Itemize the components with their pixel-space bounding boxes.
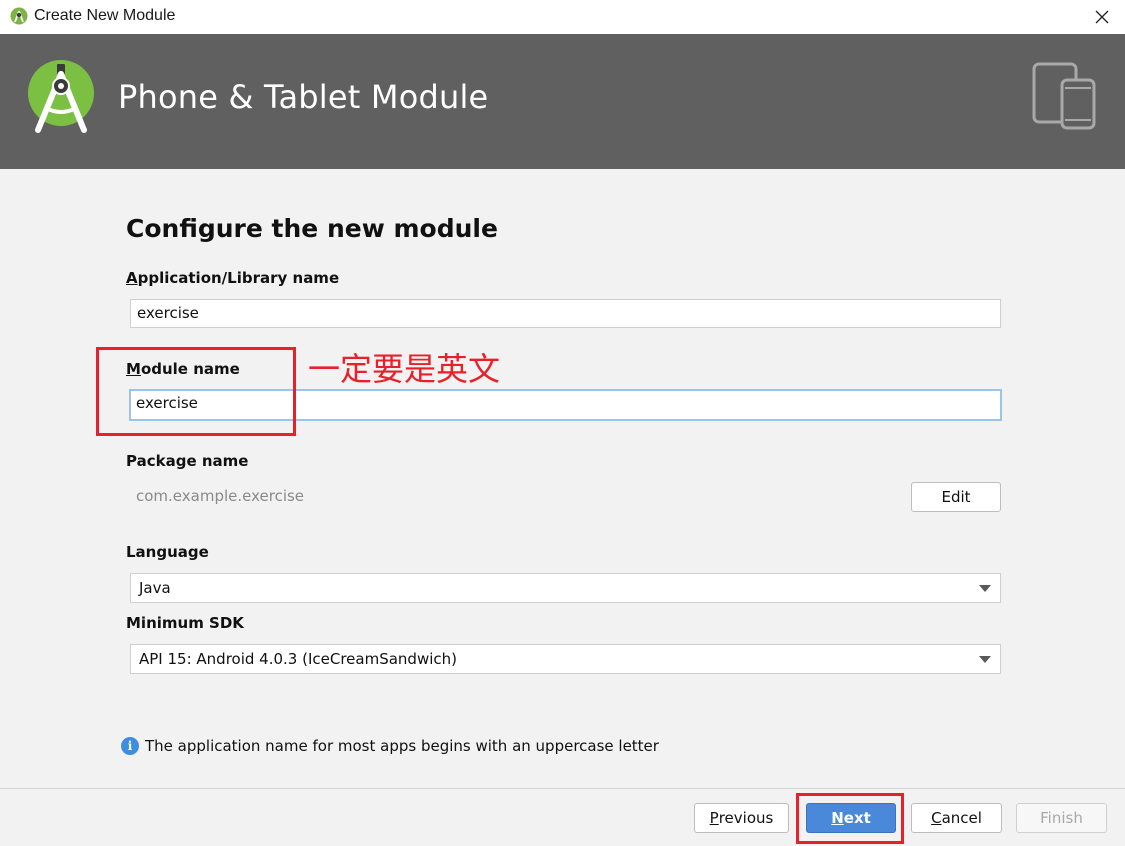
- previous-label: revious: [718, 809, 774, 827]
- language-select[interactable]: Java: [130, 573, 1001, 603]
- edit-package-button[interactable]: Edit: [911, 482, 1001, 512]
- dialog-footer: Previous Next Cancel Finish: [0, 788, 1125, 846]
- header-banner: Phone & Tablet Module: [0, 34, 1125, 169]
- annotation-text: 一定要是英文: [308, 350, 501, 388]
- window-title: Create New Module: [34, 7, 176, 24]
- annotation-highlight-next: [796, 793, 904, 844]
- android-studio-logo: [28, 60, 94, 133]
- previous-mnemonic: P: [709, 809, 719, 827]
- chevron-down-icon: [979, 656, 991, 663]
- min-sdk-label: Minimum SDK: [126, 614, 244, 632]
- window-close-button[interactable]: [1079, 0, 1125, 34]
- finish-button[interactable]: Finish: [1016, 803, 1107, 833]
- package-name-value: com.example.exercise: [136, 487, 305, 505]
- app-name-label-mnemonic: A: [126, 269, 138, 287]
- info-icon: i: [121, 737, 139, 755]
- chevron-down-icon: [979, 585, 991, 592]
- package-name-label: Package name: [126, 452, 249, 470]
- app-name-label: Application/Library name: [126, 269, 339, 287]
- phone-tablet-icon: [1032, 62, 1096, 130]
- min-sdk-select[interactable]: API 15: Android 4.0.3 (IceCreamSandwich): [130, 644, 1001, 674]
- annotation-highlight-module-name: [96, 347, 296, 436]
- cancel-label: ancel: [941, 809, 982, 827]
- language-selected-value: Java: [139, 579, 171, 597]
- android-studio-small-icon: [10, 7, 28, 25]
- language-label: Language: [126, 543, 209, 561]
- module-type-title: Phone & Tablet Module: [118, 78, 489, 116]
- previous-button[interactable]: Previous: [694, 803, 789, 833]
- close-icon: [1095, 10, 1109, 24]
- cancel-mnemonic: C: [931, 809, 942, 827]
- app-name-input[interactable]: exercise: [130, 299, 1001, 328]
- min-sdk-selected-value: API 15: Android 4.0.3 (IceCreamSandwich): [139, 650, 457, 668]
- window-titlebar: Create New Module: [0, 0, 1125, 34]
- info-message: i The application name for most apps beg…: [121, 737, 659, 755]
- info-text: The application name for most apps begin…: [145, 737, 659, 755]
- cancel-button[interactable]: Cancel: [911, 803, 1002, 833]
- section-title: Configure the new module: [126, 214, 498, 243]
- app-name-label-text: pplication/Library name: [137, 269, 340, 287]
